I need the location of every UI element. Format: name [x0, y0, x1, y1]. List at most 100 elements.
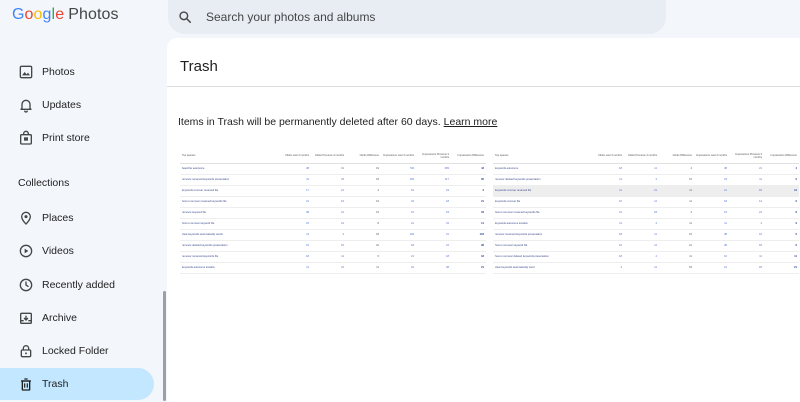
table-cell: 12 — [729, 196, 764, 208]
sidebar-item-locked-folder[interactable]: Locked Folder — [0, 335, 154, 367]
sidebar-item-label: Archive — [42, 312, 78, 324]
table-cell: 28 — [451, 240, 486, 252]
trash-notice-text: Items in Trash will be permanently delet… — [178, 116, 441, 128]
sidebar-item-places[interactable]: Places — [0, 202, 154, 234]
sidebar-item-label: Photos — [42, 66, 75, 78]
sidebar-item-recently-added[interactable]: Recently added — [0, 269, 154, 301]
sidebar-item-print-store[interactable]: Print store — [0, 122, 154, 154]
table-cell: 18 — [346, 229, 381, 241]
table-row: bearchte autonome 38 19 19 746 283 43 — [180, 163, 486, 175]
table-cell: 11 — [589, 218, 624, 230]
collections-heading: Collections — [18, 177, 70, 189]
lock-icon — [20, 345, 32, 358]
sidebar-item-videos[interactable]: Videos — [0, 235, 154, 267]
table-cell: 129 — [381, 174, 416, 186]
table-cell: 38 — [694, 163, 729, 175]
table-cell: 11 — [764, 251, 799, 263]
table-cell: how to remover keyword file — [180, 218, 276, 230]
sidebar-item-updates[interactable]: Updates — [0, 89, 154, 121]
table-cell: 21 — [694, 185, 729, 197]
table-cell: clear keywords automatically word — [493, 262, 589, 274]
search-icon[interactable] — [178, 10, 192, 24]
archive-icon — [20, 312, 32, 324]
table-cell: 38 — [694, 229, 729, 241]
table-cell: 19 — [346, 207, 381, 219]
table-cell: how to remover renamed keywords file — [493, 207, 589, 219]
table-cell: clear keywords automatically words — [180, 229, 276, 241]
table-cell: 16 — [589, 196, 624, 208]
table-cell: keywords autonome — [493, 163, 589, 175]
sidebar-item-trash[interactable]: Trash — [0, 368, 154, 400]
sidebar: Photos Updates Print store Collections P… — [0, 36, 166, 402]
table-cell: 21 — [381, 251, 416, 263]
table-cell: 6 — [764, 196, 799, 208]
table-cell: 21 — [416, 229, 451, 241]
table-cell: 283 — [416, 163, 451, 175]
logo-letter: e — [55, 6, 65, 23]
trashed-item-thumbnail[interactable]: Top queries Clicks Last 3 months Clicks … — [493, 149, 799, 274]
table-cell: 21 — [311, 262, 346, 274]
table-cell: 18 — [694, 196, 729, 208]
sidebar-item-label: Videos — [42, 245, 74, 257]
table-cell: keywords remover renamed file — [180, 185, 276, 197]
table-cell: remover renamed keywords presentation — [493, 229, 589, 241]
table-cell: 18 — [416, 196, 451, 208]
table-cell: 11 — [659, 218, 694, 230]
table-row: remover deleted keywords presentation 11 4… — [493, 174, 799, 186]
table-cell: 11 — [659, 185, 694, 197]
table-cell: 21 — [659, 240, 694, 252]
search-input[interactable] — [206, 10, 606, 24]
table-cell: 18 — [589, 229, 624, 241]
bell-icon — [20, 99, 32, 113]
sidebar-item-photos[interactable]: Photos — [0, 56, 154, 88]
table-cell: 129 — [381, 229, 416, 241]
sidebar-scrollbar[interactable] — [163, 291, 166, 401]
table-cell: 16 — [659, 229, 694, 241]
table-row: how to remover renamed keywords file 21 18… — [493, 207, 799, 219]
search-bar[interactable] — [168, 0, 666, 34]
table-cell: keywords autonome location — [180, 262, 276, 274]
table-cell: 18 — [276, 251, 311, 263]
table-cell: 11 — [624, 240, 659, 252]
photo-icon — [19, 65, 33, 79]
table-cell: 11 — [729, 174, 764, 186]
table-cell: 11 — [276, 229, 311, 241]
table-cell: 21 — [311, 185, 346, 197]
sidebar-item-label: Print store — [42, 132, 90, 144]
table-cell: 8 — [764, 207, 799, 219]
table-cell: 11 — [659, 251, 694, 263]
table-cell: how to remover deleted keywords presenta… — [493, 251, 589, 263]
table-row: remover deleted keywords presentation 15 1… — [180, 240, 486, 252]
google-photos-logo[interactable]: Google Photos — [12, 6, 119, 24]
table-cell: 18 — [589, 251, 624, 263]
table-header: Impressions Last 3 months — [381, 149, 416, 164]
table-cell: 11 — [659, 196, 694, 208]
table-cell: 16 — [729, 229, 764, 241]
logo-product-name: Photos — [68, 6, 119, 23]
table-cell: 17 — [276, 185, 311, 197]
trashed-item-thumbnail[interactable]: Top queries Clicks Last 3 months Clicks … — [180, 149, 486, 274]
table-cell: 19 — [416, 185, 451, 197]
sidebar-item-label: Trash — [42, 378, 69, 390]
table-cell: 18 — [451, 251, 486, 263]
table-cell: remover renamed keywords presentation — [180, 174, 276, 186]
trash-icon — [21, 378, 31, 391]
sidebar-item-archive[interactable]: Archive — [0, 302, 154, 334]
table-cell: 15 — [276, 240, 311, 252]
table-cell: 15 — [311, 240, 346, 252]
table-header: Clicks Previous 3 months — [624, 149, 659, 164]
table-cell: 21 — [311, 207, 346, 219]
table-cell: 15 — [276, 218, 311, 230]
logo-letter: o — [33, 6, 43, 23]
table-row: keywords remover renamed file 17 21 4 61 19 3 — [180, 185, 486, 197]
table-cell: how to remover keyword file — [493, 240, 589, 252]
table-cell: 4 — [624, 218, 659, 230]
table-cell: keywords remover file — [493, 196, 589, 208]
table-cell: 11 — [624, 229, 659, 241]
table-cell: 117 — [416, 174, 451, 186]
learn-more-link[interactable]: Learn more — [444, 116, 498, 128]
table-cell: 21 — [694, 262, 729, 274]
table-cell: 4 — [659, 163, 694, 175]
table-cell: 34 — [381, 196, 416, 208]
table-cell: 21 — [451, 196, 486, 208]
